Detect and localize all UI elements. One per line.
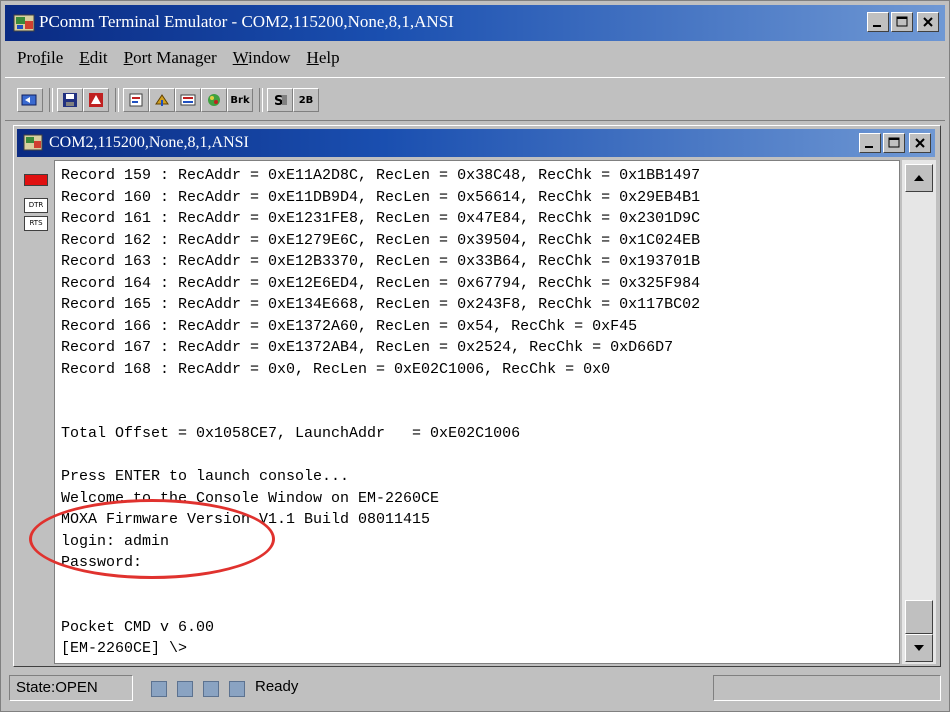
child-window-title: COM2,115200,None,8,1,ANSI	[49, 134, 249, 151]
cts-led-icon	[151, 681, 167, 697]
2b-button[interactable]: 2B	[293, 88, 319, 112]
toolbar-separator	[115, 88, 119, 112]
signal-side-panel: DTR RTS	[17, 160, 53, 660]
open-session-icon	[21, 94, 37, 106]
terminal-line: Record 163 : RecAddr = 0xE12B3370, RecLe…	[61, 253, 701, 270]
ri-led-icon	[203, 681, 219, 697]
terminal-line: Record 161 : RecAddr = 0xE1231FE8, RecLe…	[61, 210, 701, 227]
open-session-button[interactable]	[17, 88, 43, 112]
dsr-led-icon	[177, 681, 193, 697]
maximize-button[interactable]	[891, 12, 913, 32]
terminal-line: Record 164 : RecAddr = 0xE12E6ED4, RecLe…	[61, 274, 701, 292]
vertical-scrollbar[interactable]	[902, 160, 936, 664]
arrow-up-icon	[914, 175, 924, 181]
2b-icon: 2B	[298, 94, 314, 106]
terminal-line: Record 166 : RecAddr = 0xE1372A60, RecLe…	[61, 317, 638, 335]
dtr-toggle[interactable]: DTR	[24, 198, 48, 213]
connection-state: State:OPEN	[9, 675, 133, 701]
terminal-line: Record 167 : RecAddr = 0xE1372AB4, RecLe…	[61, 339, 674, 356]
dcd-led-icon	[229, 681, 245, 697]
toolbar: Brk S 2B	[5, 77, 945, 121]
highlight-circle	[29, 499, 275, 579]
terminal-screen[interactable]: Record 159 : RecAddr = 0xE11A2D8C, RecLe…	[54, 160, 900, 664]
arrow-down-icon	[914, 645, 924, 651]
terminal-output: Record 159 : RecAddr = 0xE11A2D8C, RecLe…	[61, 165, 700, 660]
maximize-icon	[896, 16, 908, 27]
script-icon	[180, 94, 196, 106]
properties-icon	[129, 93, 143, 107]
terminal-line: Press ENTER to launch console...	[61, 468, 350, 485]
child-window-controls	[859, 133, 931, 153]
break-button[interactable]: Brk	[227, 88, 253, 112]
close-icon	[915, 138, 925, 148]
terminal-line: Record 160 : RecAddr = 0xE11DB9D4, RecLe…	[61, 188, 701, 206]
main-window: PComm Terminal Emulator - COM2,115200,No…	[0, 0, 950, 712]
minimize-button[interactable]	[867, 12, 889, 32]
menu-port-manager[interactable]: Port Manager	[124, 48, 217, 68]
transfer-icon	[155, 94, 169, 106]
terminal-line: Record 168 : RecAddr = 0x0, RecLen = 0xE…	[61, 360, 611, 378]
title-bar[interactable]: PComm Terminal Emulator - COM2,115200,No…	[5, 5, 945, 41]
menu-edit[interactable]: Edit	[79, 48, 107, 68]
minimize-icon	[873, 25, 881, 27]
break-icon: Brk	[230, 94, 250, 106]
scroll-up-button[interactable]	[905, 164, 933, 192]
terminal-window-icon	[23, 134, 43, 151]
connection-indicator-icon[interactable]	[24, 174, 48, 186]
minimize-icon	[865, 146, 873, 148]
close-button[interactable]	[917, 12, 939, 32]
terminal-line: Pocket CMD v 6.00	[61, 618, 215, 636]
terminal-line: Record 162 : RecAddr = 0xE1279E6C, RecLe…	[61, 231, 701, 249]
color-button[interactable]	[201, 88, 227, 112]
pcomm-app-icon	[13, 14, 35, 32]
scroll-down-button[interactable]	[905, 634, 933, 662]
status-extra-field	[713, 675, 941, 701]
scroll-thumb[interactable]	[905, 600, 933, 634]
script-button[interactable]	[175, 88, 201, 112]
terminal-button[interactable]: S	[267, 88, 293, 112]
terminal-line: Record 159 : RecAddr = 0xE11A2D8C, RecLe…	[61, 167, 701, 184]
window-title: PComm Terminal Emulator - COM2,115200,No…	[39, 12, 454, 31]
toolbar-separator	[49, 88, 53, 112]
terminal-line: Record 165 : RecAddr = 0xE134E668, RecLe…	[61, 296, 701, 313]
color-icon	[208, 94, 220, 106]
child-maximize-button[interactable]	[883, 133, 905, 153]
save-button[interactable]	[57, 88, 83, 112]
menu-bar: Profile Edit Port Manager Window Help	[5, 43, 945, 73]
properties-button[interactable]	[123, 88, 149, 112]
terminal-line: [EM-2260CE] \>	[61, 640, 188, 657]
child-close-button[interactable]	[909, 133, 931, 153]
child-title-bar[interactable]: COM2,115200,None,8,1,ANSI	[17, 129, 935, 157]
svg-text:S: S	[274, 94, 283, 108]
menu-window[interactable]: Window	[233, 48, 291, 68]
status-message: Ready	[255, 678, 299, 695]
log-button[interactable]	[83, 88, 109, 112]
status-bar: State:OPEN Ready	[5, 669, 945, 707]
terminal-icon: S	[274, 94, 287, 108]
terminal-line: Total Offset = 0x1058CE7, LaunchAddr = 0…	[61, 425, 521, 442]
menu-help[interactable]: Help	[307, 48, 340, 68]
window-controls	[867, 12, 939, 32]
transfer-button[interactable]	[149, 88, 175, 112]
menu-profile[interactable]: Profile	[17, 48, 63, 68]
terminal-child-window: COM2,115200,None,8,1,ANSI DTR RTS Record…	[13, 125, 941, 667]
close-icon	[923, 17, 933, 27]
rts-toggle[interactable]: RTS	[24, 216, 48, 231]
child-minimize-button[interactable]	[859, 133, 881, 153]
maximize-icon	[888, 137, 900, 148]
save-icon	[63, 93, 77, 107]
toolbar-separator	[259, 88, 263, 112]
log-icon	[89, 93, 103, 107]
